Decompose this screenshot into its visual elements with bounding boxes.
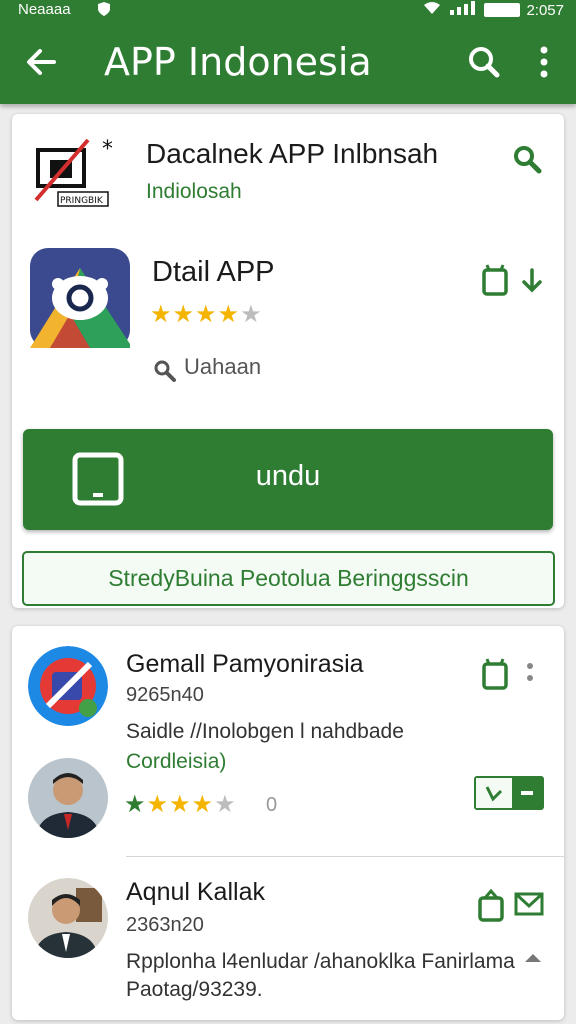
status-carrier: Neaaaa xyxy=(18,1,71,18)
svg-text:*: * xyxy=(102,137,112,162)
star-icon: ★ xyxy=(195,301,218,328)
review-text: Rpplonha l4enludar /ahanoklka Fanirlama xyxy=(126,950,515,973)
more-vert-icon[interactable] xyxy=(522,658,538,693)
star-icon: ★ xyxy=(217,301,241,328)
avatar xyxy=(28,878,108,958)
developer-subtitle: Indiolosah xyxy=(146,180,242,203)
list-divider xyxy=(126,856,564,857)
android-icon[interactable] xyxy=(480,262,510,303)
star-icon: ★ xyxy=(191,791,215,818)
developer-name[interactable]: Dacalnek APP Inlbnsah xyxy=(146,138,438,170)
more-vert-icon[interactable] xyxy=(522,40,566,84)
star-icon: ★ xyxy=(172,301,196,328)
android-icon[interactable] xyxy=(476,888,506,929)
review-title[interactable]: Aqnul Kallak xyxy=(126,878,265,907)
review-app-icon xyxy=(28,646,108,726)
avatar xyxy=(28,758,108,838)
review-rating-count: 0 xyxy=(266,794,278,816)
review-meta: 2363n20 xyxy=(126,914,204,936)
app-name: Dtail APP xyxy=(152,256,275,288)
status-bar: Neaaaa 2:057 xyxy=(0,0,576,22)
review-text: Saidle //Inolobgen l nahdbade xyxy=(126,720,404,743)
review-text-secondary: Paotag/93239. xyxy=(126,978,263,1001)
install-button[interactable]: undu xyxy=(23,429,553,530)
back-arrow-icon[interactable] xyxy=(20,40,64,84)
star-icon: ★ xyxy=(150,301,173,328)
search-small-icon xyxy=(152,358,178,389)
svg-text:PRINGBIK: PRINGBIK xyxy=(60,196,104,206)
star-icon: ★ xyxy=(169,791,192,818)
minus-icon xyxy=(512,778,542,808)
shield-icon xyxy=(96,1,112,21)
star-icon: ★ xyxy=(124,791,147,818)
expand-toggle[interactable] xyxy=(474,776,544,810)
star-icon: ★ xyxy=(146,791,170,818)
app-icon xyxy=(30,248,130,348)
search-icon[interactable] xyxy=(462,40,506,84)
review-text-secondary: Cordleisia) xyxy=(126,750,227,773)
chevron-up-icon[interactable] xyxy=(522,950,544,971)
android-icon[interactable] xyxy=(480,656,510,697)
mail-icon[interactable] xyxy=(514,890,544,923)
developer-search-icon[interactable] xyxy=(510,142,544,181)
chart-icon xyxy=(476,778,512,808)
reviews-card: Gemall Pamyonirasia 9265n40 Saidle //Ino… xyxy=(12,626,564,1020)
page-title: APP Indonesia xyxy=(104,40,372,84)
secondary-action-button[interactable]: StredyBuina Peotolua Beringgsscin xyxy=(22,551,555,606)
app-rating-stars: ★★★★★ xyxy=(150,300,263,329)
developer-logo: * PRINGBIK xyxy=(30,134,113,210)
share-icon[interactable] xyxy=(518,266,544,301)
star-empty-icon: ★ xyxy=(214,791,237,818)
star-empty-icon: ★ xyxy=(240,301,263,328)
status-time: 2:057 xyxy=(526,1,564,19)
review-meta: 9265n40 xyxy=(126,684,204,706)
battery-icon xyxy=(484,3,521,17)
install-button-label: undu xyxy=(255,460,321,492)
review-rating-stars: ★★★★★ xyxy=(124,790,237,819)
wifi-icon xyxy=(422,1,442,19)
app-bar: APP Indonesia xyxy=(0,22,576,104)
review-title[interactable]: Gemall Pamyonirasia xyxy=(126,650,364,679)
app-detail-card: * PRINGBIK Dacalnek APP Inlbnsah Indiolo… xyxy=(12,114,564,608)
signal-icon xyxy=(448,1,478,19)
app-search-label[interactable]: Uahaan xyxy=(184,354,261,380)
